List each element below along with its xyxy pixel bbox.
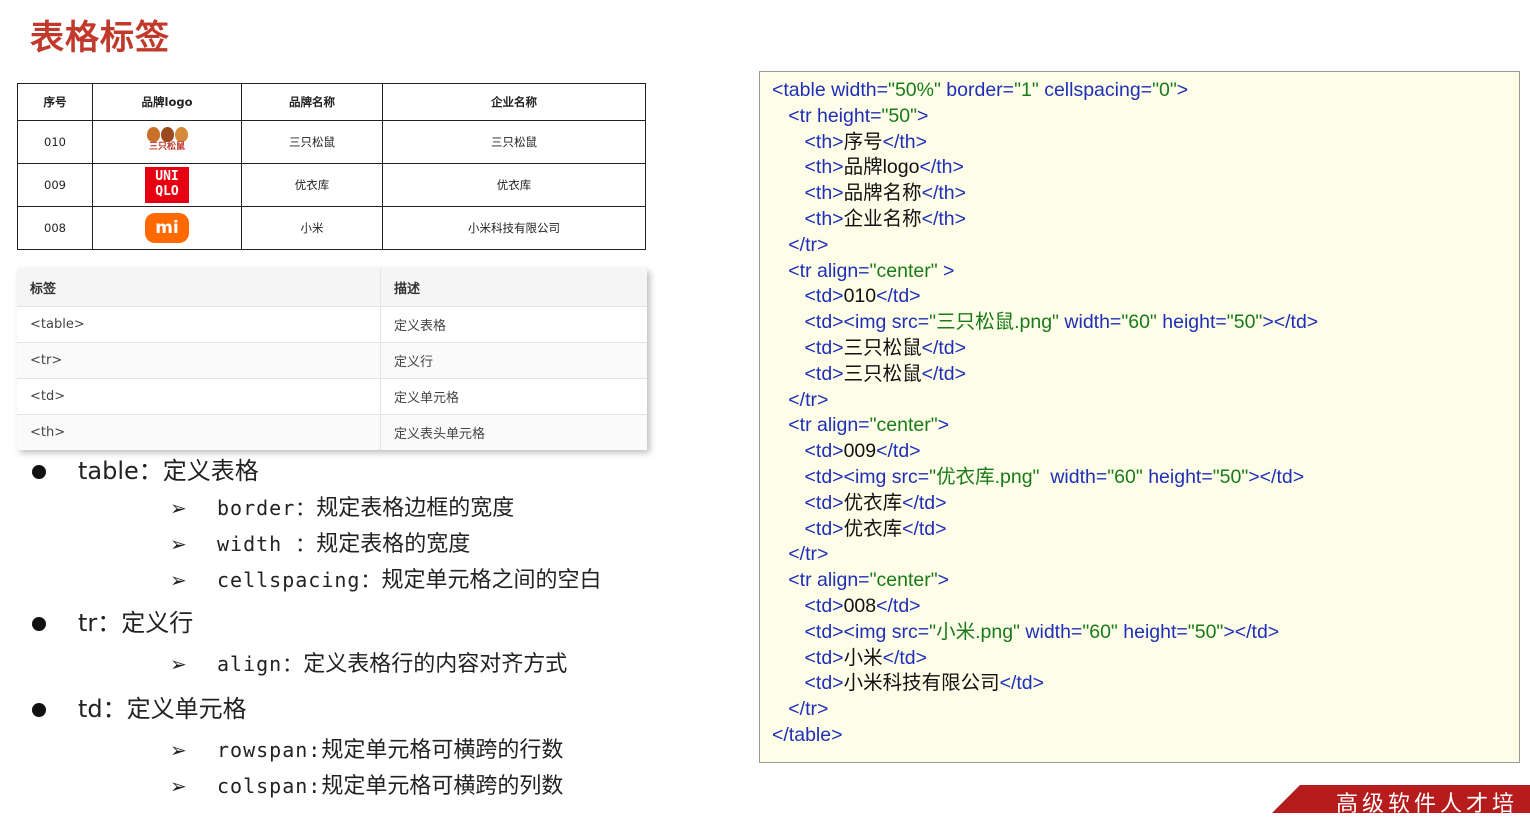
code-line: </tr> — [788, 233, 829, 256]
arrow-icon: ➢ — [170, 652, 187, 676]
brand-table: 序号 品牌logo 品牌名称 企业名称 010 三只松鼠 三只松鼠 三只松鼠 0… — [17, 83, 646, 250]
arrow-icon: ➢ — [170, 738, 187, 762]
table-row: 008 mi 小米 小米科技有限公司 — [17, 206, 646, 250]
code-line: <th>品牌名称</th> — [804, 182, 967, 205]
bullet-table: table：定义表格 — [30, 452, 730, 490]
table-row: <tr> 定义行 — [17, 342, 647, 379]
page-title: 表格标签 — [30, 18, 170, 58]
code-line: <table width="50%" border="1" cellspacin… — [772, 79, 1189, 101]
header-cell: 标签 — [17, 268, 381, 307]
table-row: <table> 定义表格 — [17, 306, 647, 343]
code-line: <th>品牌logo</th> — [804, 156, 964, 179]
code-line: <td>三只松鼠</td> — [804, 336, 967, 359]
arrow-icon: ➢ — [170, 532, 187, 556]
cell-logo: UNI QLO — [92, 163, 242, 207]
cell-id: 008 — [17, 206, 93, 250]
code-line: <th>企业名称</th> — [804, 207, 967, 230]
tag-cell: <th> — [17, 414, 381, 450]
tag-cell: <tr> — [17, 342, 381, 379]
sub-bullet: ➢ cellspacing：规定单元格之间的空白 — [30, 562, 730, 598]
desc-cell: 定义表格 — [380, 306, 647, 343]
cell-name: 小米 — [241, 206, 383, 250]
footer-banner: 高级软件人才培 — [1272, 785, 1530, 813]
desc-cell: 定义表头单元格 — [380, 414, 647, 450]
uniqlo-logo: UNI QLO — [145, 167, 189, 203]
header-cell: 序号 — [17, 83, 93, 121]
code-line: <tr align="center"> — [788, 414, 950, 437]
code-line: </table> — [772, 723, 843, 746]
sub-bullet: ➢ rowspan:规定单元格可横跨的行数 — [30, 732, 730, 768]
cell-id: 010 — [17, 120, 93, 164]
cell-name: 优衣库 — [241, 163, 383, 207]
code-line: <th>序号</th> — [804, 130, 928, 153]
sub-bullet: ➢ align：定义表格行的内容对齐方式 — [30, 646, 730, 682]
tag-cell: <table> — [17, 306, 381, 343]
code-line: </tr> — [788, 543, 829, 566]
table-header-row: 序号 品牌logo 品牌名称 企业名称 — [17, 83, 646, 121]
code-line: <td>010</td> — [804, 285, 921, 308]
code-line: </tr> — [788, 698, 829, 721]
cell-id: 009 — [17, 163, 93, 207]
tags-table: 标签 描述 <table> 定义表格 <tr> 定义行 <td> 定义单元格 <… — [17, 268, 647, 450]
cell-logo: 三只松鼠 — [92, 120, 242, 164]
sub-bullet: ➢ width ：规定表格的宽度 — [30, 526, 730, 562]
cell-company: 三只松鼠 — [382, 120, 646, 164]
desc-cell: 定义行 — [380, 342, 647, 379]
code-line: <tr height="50"> — [788, 104, 929, 127]
table-row: 009 UNI QLO 优衣库 优衣库 — [17, 163, 646, 207]
bullet-dot-icon — [32, 465, 46, 479]
table-row: <td> 定义单元格 — [17, 378, 647, 415]
code-line: <tr align="center"> — [788, 569, 950, 592]
bullet-tr: tr：定义行 — [30, 604, 730, 642]
xiaomi-logo: mi — [145, 213, 189, 243]
table-row: <th> 定义表头单元格 — [17, 414, 647, 450]
code-line: <td>三只松鼠</td> — [804, 362, 967, 385]
code-line: <td><img src="优衣库.png" width="60" height… — [804, 465, 1305, 488]
tag-cell: <td> — [17, 378, 381, 415]
arrow-icon: ➢ — [170, 568, 187, 592]
code-line: <td>优衣库</td> — [804, 517, 947, 540]
header-cell: 品牌logo — [92, 83, 242, 121]
code-line: <td>009</td> — [804, 440, 921, 463]
sub-bullet: ➢ border：规定表格边框的宽度 — [30, 490, 730, 526]
table-row: 010 三只松鼠 三只松鼠 三只松鼠 — [17, 120, 646, 164]
code-line: <td><img src="三只松鼠.png" width="60" heigh… — [804, 311, 1319, 334]
sub-bullet: ➢ colspan:规定单元格可横跨的列数 — [30, 768, 730, 804]
code-line: <tr align="center" > — [788, 259, 955, 282]
cell-logo: mi — [92, 206, 242, 250]
cell-company: 优衣库 — [382, 163, 646, 207]
code-line: <td><img src="小米.png" width="60" height=… — [804, 620, 1280, 643]
arrow-icon: ➢ — [170, 774, 187, 798]
code-block: <table width="50%" border="1" cellspacin… — [759, 71, 1520, 763]
bullet-dot-icon — [32, 617, 46, 631]
code-line: <td>小米</td> — [804, 646, 928, 669]
bullet-dot-icon — [32, 703, 46, 717]
cell-company: 小米科技有限公司 — [382, 206, 646, 250]
header-cell: 企业名称 — [382, 83, 646, 121]
code-line: <td>小米科技有限公司</td> — [804, 672, 1045, 695]
code-line: <td>优衣库</td> — [804, 491, 947, 514]
bullet-td: td：定义单元格 — [30, 690, 730, 728]
code-line: <td>008</td> — [804, 594, 921, 617]
desc-cell: 定义单元格 — [380, 378, 647, 415]
bullet-list: table：定义表格 ➢ border：规定表格边框的宽度 ➢ width ：规定表… — [30, 452, 730, 804]
header-cell: 描述 — [380, 268, 647, 307]
cell-name: 三只松鼠 — [241, 120, 383, 164]
header-cell: 品牌名称 — [241, 83, 383, 121]
arrow-icon: ➢ — [170, 496, 187, 520]
tags-table-card: 标签 描述 <table> 定义表格 <tr> 定义行 <td> 定义单元格 <… — [17, 268, 647, 450]
code-line: </tr> — [788, 388, 829, 411]
three-squirrels-logo: 三只松鼠 — [144, 125, 190, 159]
